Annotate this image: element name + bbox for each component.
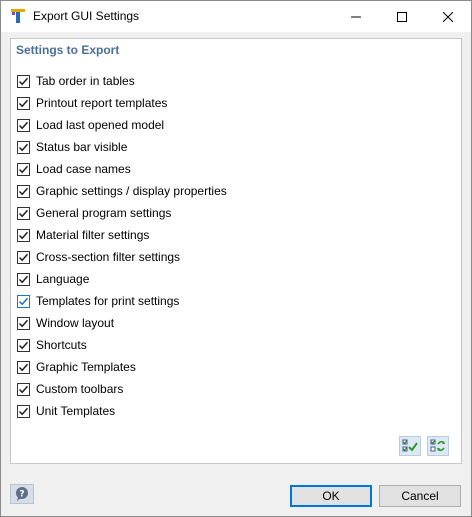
list-item-label: Language — [36, 272, 90, 286]
check-icon — [18, 363, 29, 371]
list-item[interactable]: Graphic settings / display properties — [17, 180, 227, 202]
title-bar[interactable]: Export GUI Settings — [1, 1, 471, 32]
check-icon — [18, 165, 29, 173]
list-item[interactable]: Load last opened model — [17, 114, 227, 136]
checkbox[interactable] — [17, 404, 30, 418]
minimize-icon — [351, 16, 361, 17]
check-icon — [18, 77, 29, 85]
check-icon — [18, 275, 29, 283]
list-item[interactable]: Tab order in tables — [17, 70, 227, 92]
list-item[interactable]: General program settings — [17, 202, 227, 224]
close-icon — [443, 11, 453, 22]
list-item-label: Unit Templates — [36, 404, 116, 418]
list-item-label: Templates for print settings — [36, 294, 180, 308]
list-item[interactable]: Window layout — [17, 312, 227, 334]
check-icon — [18, 187, 29, 195]
list-item-label: Load case names — [36, 162, 131, 176]
group-title: Settings to Export — [16, 43, 120, 57]
select-all-icon — [402, 439, 418, 452]
checkbox[interactable] — [17, 250, 30, 264]
check-icon — [18, 341, 29, 349]
list-item[interactable]: Cross-section filter settings — [17, 246, 227, 268]
checkbox[interactable] — [17, 140, 30, 154]
minimize-button[interactable] — [333, 1, 379, 32]
check-icon — [18, 99, 29, 107]
cancel-button[interactable]: Cancel — [379, 485, 461, 507]
check-icon — [18, 121, 29, 129]
select-all-button[interactable] — [399, 436, 421, 456]
check-icon — [18, 385, 29, 393]
settings-list: Tab order in tables Printout report temp… — [17, 70, 227, 422]
checkbox[interactable] — [17, 96, 30, 110]
checkbox[interactable] — [17, 184, 30, 198]
list-item-label: Graphic settings / display properties — [36, 184, 227, 198]
list-item-label: Load last opened model — [36, 118, 165, 132]
check-icon — [18, 253, 29, 261]
export-gui-settings-dialog: Export GUI Settings Settings to Export T… — [0, 0, 472, 517]
app-icon — [10, 8, 26, 24]
checkbox[interactable] — [17, 316, 30, 330]
help-button[interactable]: ? — [10, 484, 34, 504]
checkbox-focused[interactable] — [17, 294, 30, 308]
list-item-label: Material filter settings — [36, 228, 150, 242]
ok-button[interactable]: OK — [290, 485, 372, 507]
list-item-label: Graphic Templates — [36, 360, 136, 374]
check-icon — [18, 319, 29, 327]
list-item-label: Cross-section filter settings — [36, 250, 181, 264]
list-item[interactable]: Graphic Templates — [17, 356, 227, 378]
list-item-label: General program settings — [36, 206, 172, 220]
list-item[interactable]: Material filter settings — [17, 224, 227, 246]
invert-selection-icon — [430, 439, 445, 452]
check-icon — [18, 297, 29, 305]
list-item-label: Shortcuts — [36, 338, 87, 352]
list-item[interactable]: Templates for print settings — [17, 290, 227, 312]
check-icon — [18, 143, 29, 151]
list-item[interactable]: Status bar visible — [17, 136, 227, 158]
list-item[interactable]: Shortcuts — [17, 334, 227, 356]
invert-selection-button[interactable] — [427, 436, 449, 456]
checkbox[interactable] — [17, 360, 30, 374]
list-item[interactable]: Language — [17, 268, 227, 290]
settings-group: Settings to Export Tab order in tables P… — [10, 38, 462, 464]
window-title: Export GUI Settings — [33, 9, 140, 23]
check-icon — [18, 407, 29, 415]
maximize-icon — [397, 11, 407, 22]
list-item-label: Tab order in tables — [36, 74, 135, 88]
list-item-label: Printout report templates — [36, 96, 168, 110]
checkbox[interactable] — [17, 228, 30, 242]
check-icon — [18, 231, 29, 239]
list-item-label: Window layout — [36, 316, 115, 330]
checkbox[interactable] — [17, 206, 30, 220]
close-button[interactable] — [425, 1, 471, 32]
list-item[interactable]: Printout report templates — [17, 92, 227, 114]
list-item[interactable]: Unit Templates — [17, 400, 227, 422]
check-icon — [18, 209, 29, 217]
checkbox[interactable] — [17, 74, 30, 88]
svg-text:?: ? — [19, 490, 24, 500]
checkbox[interactable] — [17, 382, 30, 396]
checkbox[interactable] — [17, 118, 30, 132]
checkbox[interactable] — [17, 338, 30, 352]
maximize-button[interactable] — [379, 1, 425, 32]
list-item[interactable]: Custom toolbars — [17, 378, 227, 400]
list-item-label: Status bar visible — [36, 140, 128, 154]
help-icon: ? — [16, 487, 28, 501]
list-item-label: Custom toolbars — [36, 382, 124, 396]
list-item[interactable]: Load case names — [17, 158, 227, 180]
checkbox[interactable] — [17, 272, 30, 286]
checkbox[interactable] — [17, 162, 30, 176]
